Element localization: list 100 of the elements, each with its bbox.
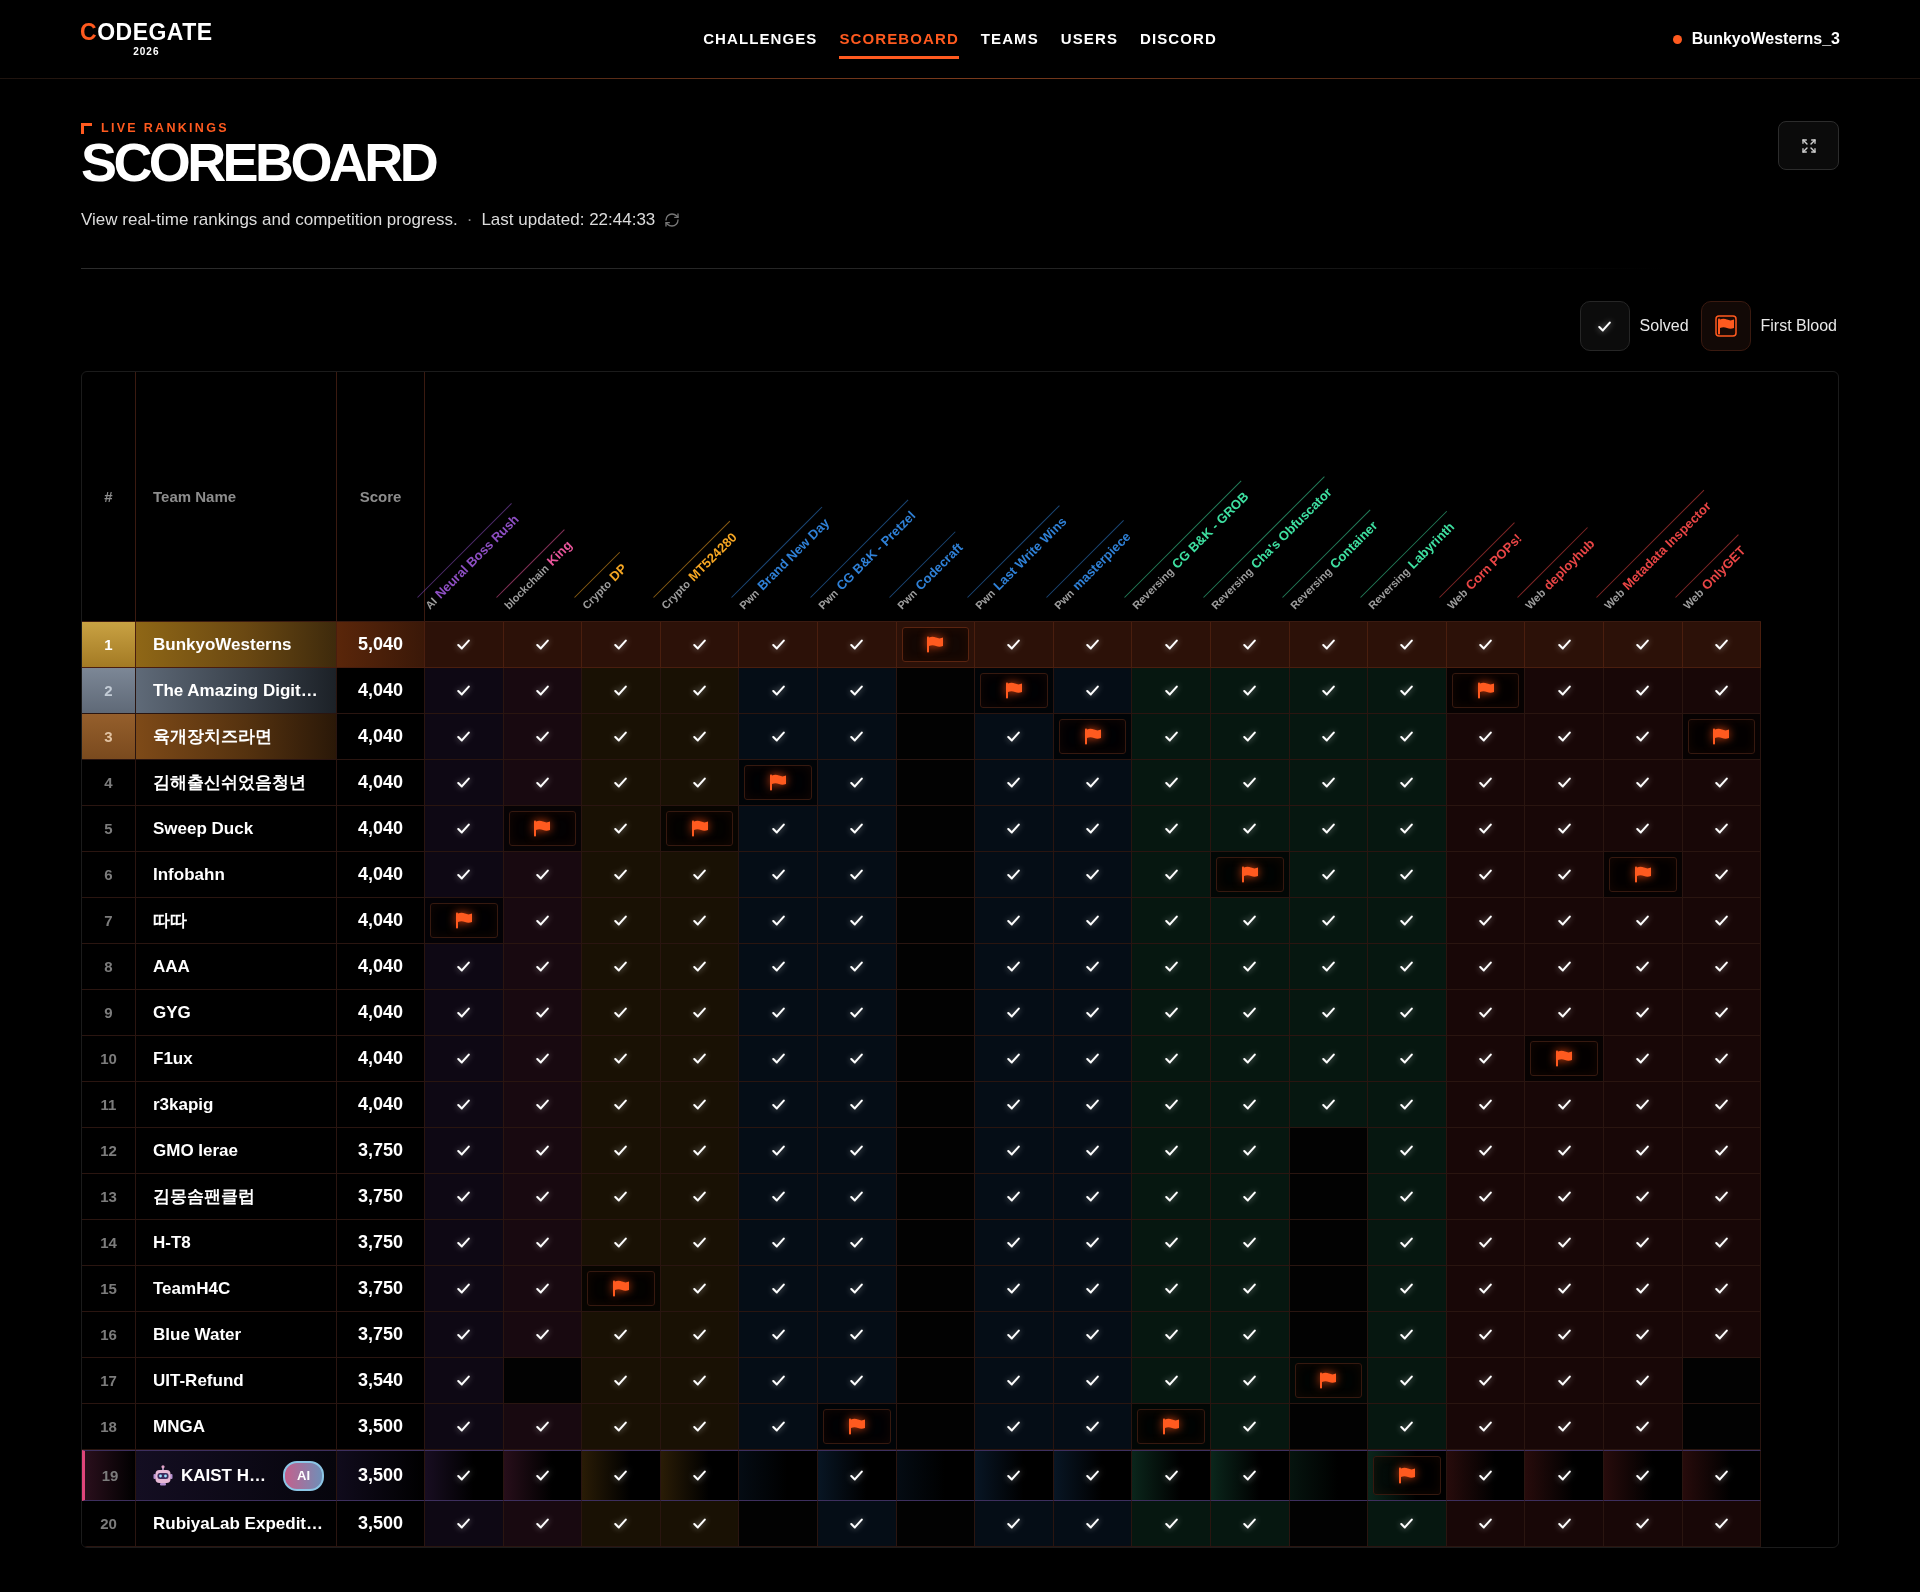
check-icon xyxy=(850,1237,864,1248)
team-name[interactable]: H-T8 xyxy=(136,1220,337,1266)
first-blood-flag-icon xyxy=(822,1409,891,1444)
check-icon xyxy=(771,869,785,880)
check-icon xyxy=(1557,685,1571,696)
check-icon xyxy=(693,777,707,788)
team-name[interactable]: RubiyaLab Expedit… xyxy=(136,1501,337,1547)
team-name[interactable]: The Amazing Digit… xyxy=(136,668,337,714)
check-icon xyxy=(1479,1518,1492,1529)
check-icon xyxy=(1086,1099,1100,1110)
nav-link[interactable]: TEAMS xyxy=(980,19,1039,59)
refresh-icon[interactable] xyxy=(664,212,681,228)
check-icon xyxy=(1086,1237,1100,1248)
first-blood-flag-icon xyxy=(1373,1456,1441,1495)
check-icon xyxy=(1714,1470,1728,1481)
check-icon xyxy=(1400,777,1414,788)
check-icon xyxy=(1243,1518,1257,1529)
team-score: 3,750 xyxy=(337,1174,425,1220)
check-icon xyxy=(535,777,549,788)
team-name[interactable]: GYG xyxy=(136,990,337,1036)
team-name[interactable]: Infobahn xyxy=(136,852,337,898)
team-name[interactable]: Sweep Duck xyxy=(136,806,337,852)
team-name[interactable]: MNGA xyxy=(136,1404,337,1450)
check-icon xyxy=(1714,1518,1728,1529)
username[interactable]: BunkyoWesterns_3 xyxy=(1691,30,1840,48)
check-icon xyxy=(771,1421,785,1432)
logo-wordmark[interactable]: CODEGATE xyxy=(80,21,213,44)
check-icon xyxy=(1164,639,1178,650)
check-icon xyxy=(614,1099,628,1110)
check-icon xyxy=(1714,823,1728,834)
team-name[interactable]: 김해출신쉬었음청년 xyxy=(136,760,337,806)
check-icon xyxy=(1321,685,1335,696)
team-name[interactable]: KAIST H… xyxy=(181,1465,266,1486)
nav-link[interactable]: CHALLENGES xyxy=(703,19,818,59)
check-icon xyxy=(1164,1375,1178,1386)
check-icon xyxy=(1164,1329,1178,1340)
check-icon xyxy=(614,1053,628,1064)
team-name[interactable]: GMO Ierae xyxy=(136,1128,337,1174)
team-name[interactable]: AAA xyxy=(136,944,337,990)
check-icon xyxy=(614,685,628,696)
team-name[interactable]: r3kapig xyxy=(136,1082,337,1128)
nav-link[interactable]: DISCORD xyxy=(1140,19,1217,59)
team-score: 4,040 xyxy=(337,714,425,760)
check-icon xyxy=(693,1421,707,1432)
rank-number: 8 xyxy=(82,944,136,990)
check-icon xyxy=(614,1007,628,1018)
check-icon xyxy=(1557,1283,1571,1294)
check-icon xyxy=(1007,1421,1021,1432)
check-icon xyxy=(535,685,549,696)
check-icon xyxy=(1164,961,1178,972)
team-name[interactable]: F1ux xyxy=(136,1036,337,1082)
rank-number: 17 xyxy=(82,1358,136,1404)
check-icon xyxy=(693,1099,707,1110)
check-icon xyxy=(1557,961,1571,972)
team-name[interactable]: TeamH4C xyxy=(136,1266,337,1312)
last-updated-time: Last updated: 22:44:33 xyxy=(481,210,656,230)
team-name[interactable]: 육개장치즈라면 xyxy=(136,714,337,760)
check-icon xyxy=(1714,961,1728,972)
nav-link[interactable]: USERS xyxy=(1060,19,1118,59)
fullscreen-button[interactable] xyxy=(1778,121,1839,170)
team-name[interactable]: 김몽솜팬클럽 xyxy=(136,1174,337,1220)
check-icon xyxy=(1400,1283,1414,1294)
check-icon xyxy=(1557,1191,1571,1202)
first-blood-flag-icon xyxy=(980,673,1048,708)
check-icon xyxy=(1579,301,1630,351)
check-icon xyxy=(457,869,471,880)
check-icon xyxy=(1164,731,1178,742)
team-score: 4,040 xyxy=(337,990,425,1036)
check-icon xyxy=(457,639,471,650)
rank-number: 5 xyxy=(82,806,136,852)
check-icon xyxy=(693,1145,707,1156)
check-icon xyxy=(771,1375,785,1386)
team-name[interactable]: BunkyoWesterns xyxy=(136,622,337,668)
check-icon xyxy=(1479,869,1492,880)
check-icon xyxy=(771,1007,785,1018)
check-icon xyxy=(1321,777,1335,788)
check-icon xyxy=(1164,1145,1178,1156)
check-icon xyxy=(614,961,628,972)
check-icon xyxy=(535,961,549,972)
check-icon xyxy=(1086,869,1100,880)
check-icon xyxy=(1479,1329,1492,1340)
check-icon xyxy=(1557,823,1571,834)
check-icon xyxy=(1321,869,1335,880)
check-icon xyxy=(850,1007,864,1018)
check-icon xyxy=(1086,1470,1100,1481)
check-icon xyxy=(1714,1007,1728,1018)
check-icon xyxy=(1007,823,1021,834)
check-icon xyxy=(1636,1237,1650,1248)
team-name[interactable]: Blue Water xyxy=(136,1312,337,1358)
check-icon xyxy=(850,915,864,926)
check-icon xyxy=(1479,1007,1492,1018)
team-name[interactable]: UIT-Refund xyxy=(136,1358,337,1404)
team-name[interactable]: 따따 xyxy=(136,898,337,944)
check-icon xyxy=(1714,1237,1728,1248)
check-icon xyxy=(535,731,549,742)
check-icon xyxy=(850,1518,864,1529)
nav-link[interactable]: SCOREBOARD xyxy=(839,19,959,59)
check-icon xyxy=(457,1375,471,1386)
check-icon xyxy=(457,823,471,834)
check-icon xyxy=(1400,1053,1414,1064)
